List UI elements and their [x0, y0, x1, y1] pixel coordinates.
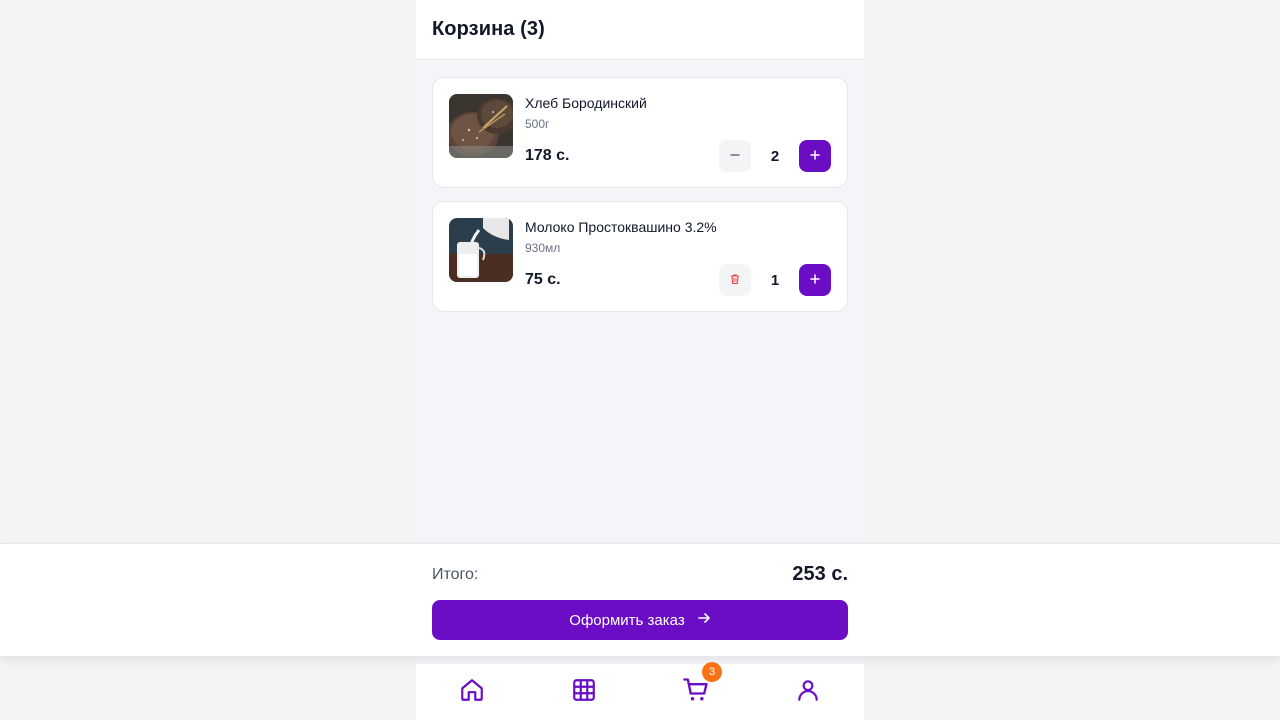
- quantity-value: 1: [770, 271, 780, 289]
- minus-icon: [729, 149, 741, 164]
- item-weight: 500г: [525, 117, 550, 131]
- item-weight: 930мл: [525, 241, 561, 255]
- item-name: Молоко Простоквашино 3.2%: [525, 219, 717, 235]
- cart-item: Молоко Простоквашино 3.2% 930мл 75 с. 1: [432, 201, 848, 312]
- cart-count-badge: 3: [702, 662, 722, 682]
- item-price: 75 с.: [525, 271, 561, 288]
- header: Корзина (3): [416, 0, 864, 60]
- remove-item-button[interactable]: [719, 264, 751, 296]
- profile-icon: [795, 677, 821, 708]
- plus-icon: [809, 149, 821, 164]
- plus-icon: [809, 273, 821, 288]
- total-label: Итого:: [432, 566, 479, 583]
- order-summary-panel: Итого: 253 с. Оформить заказ: [0, 543, 1280, 656]
- product-image-milk[interactable]: [449, 218, 513, 282]
- bottom-nav: 3: [416, 662, 864, 720]
- item-price: 178 с.: [525, 147, 570, 164]
- decrease-quantity-button[interactable]: [719, 140, 751, 172]
- nav-catalog[interactable]: [528, 664, 640, 720]
- increase-quantity-button[interactable]: [799, 140, 831, 172]
- checkout-button[interactable]: Оформить заказ: [432, 600, 848, 640]
- arrow-right-icon: [697, 611, 711, 629]
- trash-icon: [729, 273, 741, 288]
- nav-profile[interactable]: [752, 664, 864, 720]
- catalog-grid-icon: [571, 677, 597, 708]
- increase-quantity-button[interactable]: [799, 264, 831, 296]
- checkout-label: Оформить заказ: [569, 611, 685, 629]
- total-value: 253 с.: [792, 563, 848, 585]
- cart-item: Хлеб Бородинский 500г 178 с. 2: [432, 77, 848, 188]
- product-image-bread[interactable]: [449, 94, 513, 158]
- nav-home[interactable]: [416, 664, 528, 720]
- item-name: Хлеб Бородинский: [525, 95, 647, 111]
- quantity-value: 2: [770, 147, 780, 165]
- home-icon: [459, 677, 485, 708]
- nav-cart[interactable]: 3: [640, 662, 752, 720]
- page-title: Корзина (3): [432, 18, 545, 40]
